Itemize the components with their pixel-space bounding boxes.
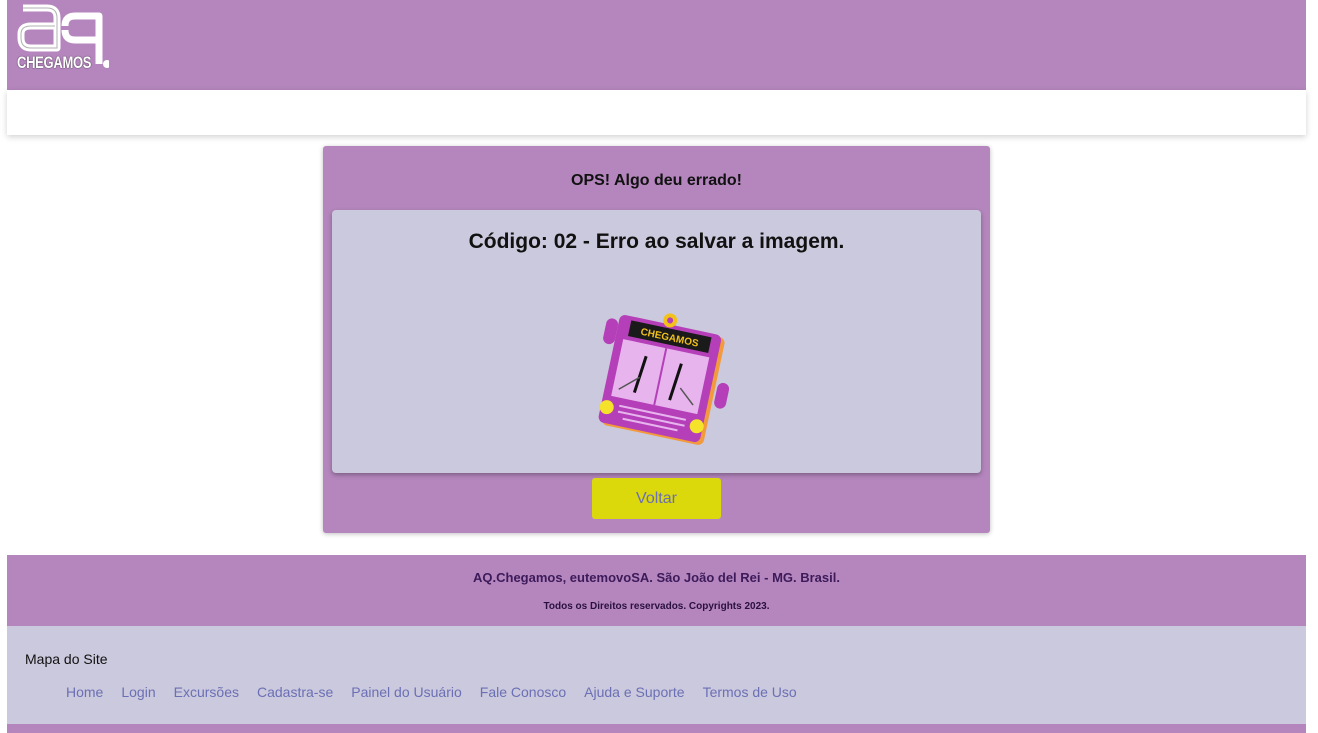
footer-info: AQ.Chegamos, eutemovoSA. São João del Re…	[7, 555, 1306, 626]
footer-company: AQ.Chegamos, eutemovoSA. São João del Re…	[473, 570, 840, 585]
error-title: OPS! Algo deu errado!	[571, 172, 742, 189]
sitemap-link-ajuda[interactable]: Ajuda e Suporte	[584, 684, 684, 700]
logo-text: CHEGAMOS	[17, 53, 92, 72]
error-message: Código: 02 - Erro ao salvar a imagem.	[468, 230, 845, 253]
sitemap-link-excursoes[interactable]: Excursões	[174, 684, 239, 700]
sitemap-link-termos[interactable]: Termos de Uso	[703, 684, 797, 700]
footer-rights: Todos os Direitos reservados. Copyrights…	[543, 601, 770, 612]
sitemap-link-login[interactable]: Login	[121, 684, 155, 700]
sitemap-title: Mapa do Site	[25, 651, 108, 667]
sitemap-link-home[interactable]: Home	[66, 684, 103, 700]
broken-bus-illustration: CHEGAMOS	[598, 313, 730, 445]
sitemap-link-painel[interactable]: Painel do Usuário	[351, 684, 462, 700]
error-panel: OPS! Algo deu errado! Código: 02 - Erro …	[323, 146, 990, 533]
footer-bottom-bar	[7, 724, 1306, 733]
back-button[interactable]: Voltar	[592, 478, 721, 519]
site-header: CHEGAMOS	[7, 0, 1306, 90]
error-card: Código: 02 - Erro ao salvar a imagem. CH…	[332, 210, 981, 473]
sitemap-link-cadastro[interactable]: Cadastra-se	[257, 684, 333, 700]
navigation-bar	[7, 90, 1306, 135]
footer-sitemap: Mapa do Site Home Login Excursões Cadast…	[7, 626, 1306, 724]
sitemap-links: Home Login Excursões Cadastra-se Painel …	[66, 684, 815, 700]
logo[interactable]: CHEGAMOS	[17, 2, 111, 72]
sitemap-link-fale-conosco[interactable]: Fale Conosco	[480, 684, 566, 700]
